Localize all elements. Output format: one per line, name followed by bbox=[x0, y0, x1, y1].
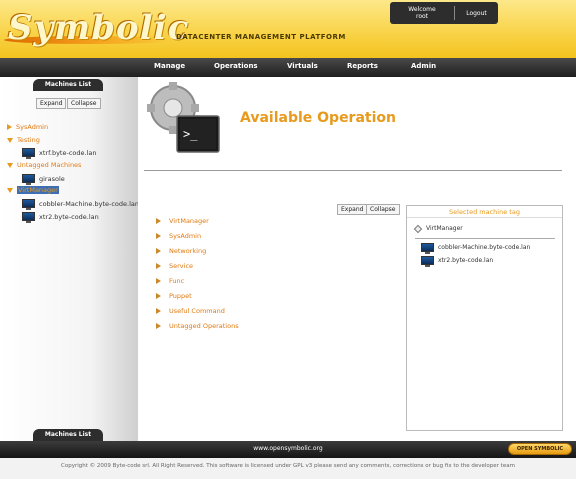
operation-label: Useful Command bbox=[169, 307, 225, 315]
panel-machine-cobbler[interactable]: cobbler-Machine.byte-code.lan bbox=[421, 243, 531, 254]
operation-group-func[interactable]: Func bbox=[156, 277, 184, 285]
collapsed-arrow-icon bbox=[156, 308, 161, 314]
tree-group-sysadmin[interactable]: SysAdmin bbox=[7, 123, 48, 131]
operation-group-puppet[interactable]: Puppet bbox=[156, 292, 192, 300]
machine-label: cobbler-Machine.byte-code.lan bbox=[39, 199, 140, 208]
operation-label: SysAdmin bbox=[169, 232, 202, 240]
collapsed-arrow-icon bbox=[156, 323, 161, 329]
collapsed-arrow-icon bbox=[156, 263, 161, 269]
operation-label: Service bbox=[169, 262, 194, 270]
operation-label: Puppet bbox=[169, 292, 192, 300]
monitor-icon bbox=[22, 174, 35, 185]
expanded-arrow-icon bbox=[7, 162, 13, 168]
main-content: >_ Available Operation Expand Collapse V… bbox=[138, 77, 576, 441]
operations-collapse-button[interactable]: Collapse bbox=[366, 204, 400, 215]
operation-group-useful-command[interactable]: Useful Command bbox=[156, 307, 225, 315]
tree-group-testing[interactable]: Testing bbox=[7, 136, 40, 144]
tag-icon bbox=[413, 224, 423, 233]
collapsed-arrow-icon bbox=[7, 124, 12, 130]
expanded-arrow-icon bbox=[7, 137, 13, 143]
machines-list-bottom-tab[interactable]: Machines List bbox=[33, 429, 103, 441]
footer: www.opensymbolic.org OPEN SYMBOLIC bbox=[0, 441, 576, 458]
tree-group-virtmanager[interactable]: VirtManager bbox=[7, 186, 59, 194]
welcome-text: Welcome root bbox=[390, 6, 454, 20]
svg-text:>_: >_ bbox=[183, 127, 198, 141]
header: Symbolic DATACENTER MANAGEMENT PLATFORM … bbox=[0, 0, 576, 58]
tree-machine-girasole[interactable]: girasole bbox=[22, 174, 65, 185]
divider bbox=[144, 170, 562, 171]
main-nav: Manage Operations Virtuals Reports Admin bbox=[0, 58, 576, 77]
panel-machine-xtr2[interactable]: xtr2.byte-code.lan bbox=[421, 256, 494, 267]
operation-label: Func bbox=[169, 277, 185, 285]
selected-tag: VirtManager bbox=[413, 224, 463, 233]
operation-label: Untagged Operations bbox=[169, 322, 239, 330]
nav-item-manage[interactable]: Manage bbox=[154, 62, 185, 70]
operation-label: Networking bbox=[169, 247, 207, 255]
username: root bbox=[415, 13, 429, 20]
nav-item-operations[interactable]: Operations bbox=[214, 62, 258, 70]
monitor-icon bbox=[22, 199, 35, 210]
monitor-icon bbox=[22, 212, 35, 223]
collapsed-arrow-icon bbox=[156, 248, 161, 254]
sidebar: Machines List Expand Collapse SysAdmin T… bbox=[0, 77, 140, 441]
operation-group-virtmanager[interactable]: VirtManager bbox=[156, 217, 209, 225]
machine-label: xtrf.byte-code.lan bbox=[39, 148, 97, 157]
collapsed-arrow-icon bbox=[156, 293, 161, 299]
machines-list-tab[interactable]: Machines List bbox=[33, 79, 103, 91]
expanded-arrow-icon bbox=[7, 187, 13, 193]
sidebar-collapse-button[interactable]: Collapse bbox=[67, 98, 101, 109]
operation-group-service[interactable]: Service bbox=[156, 262, 193, 270]
collapsed-arrow-icon bbox=[156, 278, 161, 284]
welcome-label: Welcome bbox=[408, 6, 436, 13]
tree-group-label: SysAdmin bbox=[16, 123, 49, 131]
nav-item-admin[interactable]: Admin bbox=[411, 62, 436, 70]
machine-label: girasole bbox=[39, 174, 65, 183]
operations-expand-button[interactable]: Expand bbox=[337, 204, 368, 215]
tree-group-label: Testing bbox=[17, 136, 40, 144]
machine-label: xtr2.byte-code.lan bbox=[438, 257, 494, 264]
tagline: DATACENTER MANAGEMENT PLATFORM bbox=[176, 33, 346, 41]
collapsed-arrow-icon bbox=[156, 233, 161, 239]
operation-group-untagged[interactable]: Untagged Operations bbox=[156, 322, 239, 330]
monitor-icon bbox=[421, 243, 434, 254]
collapsed-arrow-icon bbox=[156, 218, 161, 224]
panel-title: Selected machine tag bbox=[407, 206, 562, 218]
logout-button[interactable]: Logout bbox=[455, 10, 498, 17]
machine-label: cobbler-Machine.byte-code.lan bbox=[438, 244, 531, 251]
nav-item-reports[interactable]: Reports bbox=[347, 62, 378, 70]
selected-machine-tag-panel: Selected machine tag VirtManager cobbler… bbox=[406, 205, 563, 431]
machine-label: xtr2.byte-code.lan bbox=[39, 212, 99, 221]
open-symbolic-badge[interactable]: OPEN SYMBOLIC bbox=[508, 443, 572, 455]
copyright-text: Copyright © 2009 Byte-code srl. All Righ… bbox=[61, 463, 515, 469]
panel-divider bbox=[415, 238, 555, 239]
tag-label: VirtManager bbox=[426, 225, 463, 232]
user-box: Welcome root Logout bbox=[390, 2, 498, 24]
tree-machine-xtr2[interactable]: xtr2.byte-code.lan bbox=[22, 212, 99, 223]
logo: Symbolic bbox=[8, 8, 190, 48]
operations-gear-icon: >_ bbox=[147, 82, 220, 153]
tree-machine-cobbler[interactable]: cobbler-Machine.byte-code.lan bbox=[22, 199, 140, 210]
page-title: Available Operation bbox=[240, 110, 396, 126]
operation-group-sysadmin[interactable]: SysAdmin bbox=[156, 232, 201, 240]
nav-item-virtuals[interactable]: Virtuals bbox=[287, 62, 318, 70]
tree-group-untagged[interactable]: Untagged Machines bbox=[7, 161, 81, 169]
operation-group-networking[interactable]: Networking bbox=[156, 247, 206, 255]
footer-link[interactable]: www.opensymbolic.org bbox=[0, 445, 576, 452]
monitor-icon bbox=[22, 148, 35, 159]
tree-machine-xtrf[interactable]: xtrf.byte-code.lan bbox=[22, 148, 97, 159]
operation-label: VirtManager bbox=[169, 217, 209, 225]
tree-group-label: Untagged Machines bbox=[17, 161, 82, 169]
monitor-icon bbox=[421, 256, 434, 267]
sidebar-expand-button[interactable]: Expand bbox=[36, 98, 67, 109]
tree-group-label-selected: VirtManager bbox=[17, 186, 59, 194]
